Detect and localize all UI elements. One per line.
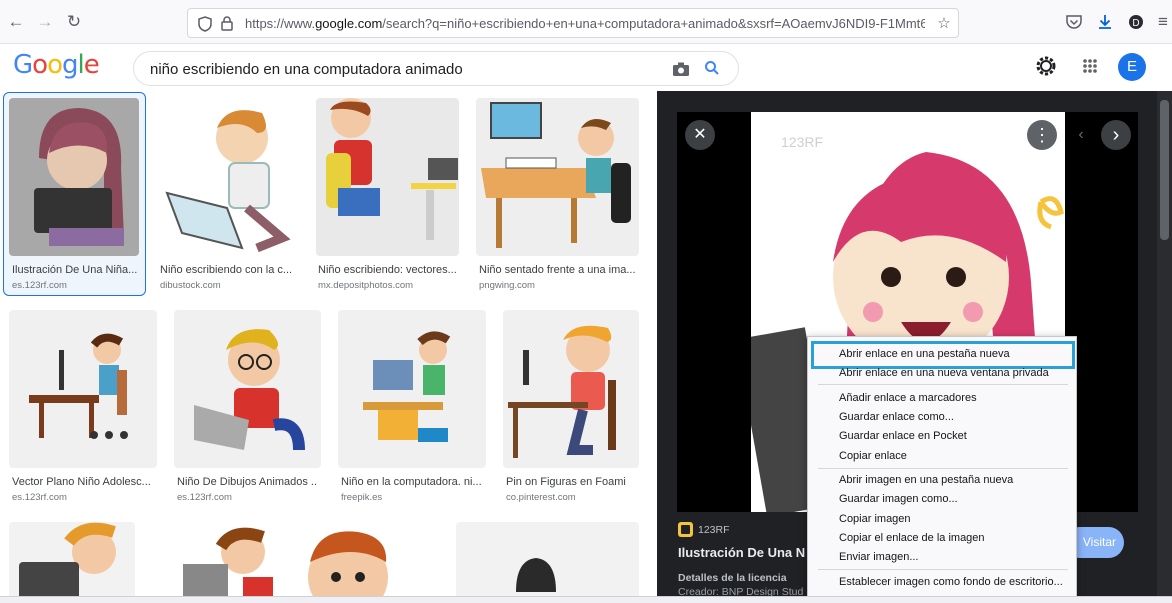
logo-letter: o [32, 50, 48, 80]
url-prefix: https://www. [245, 16, 316, 31]
result-caption[interactable]: Pin on Figuras en Foami [506, 476, 639, 488]
menu-item-open-link-private-window[interactable]: Abrir enlace en una nueva ventana privad… [839, 367, 1049, 379]
result-caption[interactable]: Niño escribiendo con la c... [160, 264, 295, 276]
result-source: es.123rf.com [12, 492, 67, 503]
scrollbar-thumb[interactable] [1160, 100, 1169, 240]
download-icon[interactable] [1095, 12, 1115, 32]
result-image[interactable] [476, 98, 639, 256]
source-name: 123RF [698, 524, 730, 536]
result-source: dibustock.com [160, 280, 221, 291]
apps-grid-icon[interactable] [1078, 54, 1102, 78]
google-logo[interactable]: Google [13, 50, 100, 80]
search-input[interactable]: niño escribiendo en una computadora anim… [133, 51, 739, 86]
result-source: co.pinterest.com [506, 492, 576, 503]
more-vertical-icon[interactable]: ⋮ [1027, 120, 1057, 150]
search-icon[interactable] [704, 60, 720, 76]
back-arrow-icon[interactable]: ← [6, 12, 26, 32]
shield-icon[interactable] [198, 16, 212, 32]
logo-letter: e [83, 50, 100, 80]
result-source: mx.depositphotos.com [318, 280, 414, 291]
gear-icon[interactable] [1034, 54, 1058, 78]
result-image[interactable] [9, 310, 157, 468]
menu-item-bookmark-link[interactable]: Añadir enlace a marcadores [839, 392, 977, 404]
browser-toolbar: ← → ↻ https://www.google.com/search?q=ni… [0, 0, 1172, 44]
result-caption[interactable]: Niño escribiendo: vectores... [318, 264, 458, 276]
menu-item-copy-image-link[interactable]: Copiar el enlace de la imagen [839, 532, 985, 544]
result-source: freepik.es [341, 492, 383, 503]
result-image[interactable] [316, 98, 459, 256]
result-source: es.123rf.com [177, 492, 232, 503]
lock-icon[interactable] [221, 16, 233, 31]
url-path: /search?q=niño+escribiendo+en+una+comput… [382, 16, 925, 31]
menu-item-save-link-pocket[interactable]: Guardar enlace en Pocket [839, 430, 967, 442]
logo-letter: o [47, 50, 63, 80]
camera-icon[interactable] [672, 61, 690, 77]
search-query: niño escribiendo en una computadora anim… [150, 61, 463, 78]
close-icon[interactable]: ✕ [685, 120, 715, 150]
url-host: google.com [315, 16, 383, 31]
profile-icon[interactable]: D [1126, 12, 1146, 32]
result-caption[interactable]: Niño sentado frente a una ima... [479, 264, 639, 276]
menu-item-open-image-new-tab[interactable]: Abrir imagen en una pestaña nueva [839, 474, 1013, 486]
avatar[interactable]: E [1118, 53, 1146, 81]
menu-separator [818, 384, 1068, 385]
result-image[interactable] [9, 522, 135, 602]
menu-item-email-image[interactable]: Enviar imagen... [839, 551, 918, 563]
reload-icon[interactable]: ↻ [64, 12, 84, 32]
forward-arrow-icon[interactable]: → [35, 12, 55, 32]
result-image[interactable] [9, 98, 139, 256]
result-source: pngwing.com [479, 280, 535, 291]
result-source: es.123rf.com [12, 280, 67, 291]
result-image[interactable] [157, 98, 297, 256]
menu-item-open-link-new-tab[interactable]: Abrir enlace en una pestaña nueva [839, 348, 1010, 360]
chevron-left-icon[interactable]: ‹ [1066, 120, 1096, 150]
result-image[interactable] [503, 310, 639, 468]
address-bar[interactable]: https://www.google.com/search?q=niño+esc… [187, 8, 959, 38]
pocket-icon[interactable] [1064, 12, 1084, 32]
watermark-logo: 123RF [781, 134, 823, 150]
menu-item-copy-link[interactable]: Copiar enlace [839, 450, 907, 462]
result-image[interactable] [298, 522, 438, 602]
menu-separator [818, 468, 1068, 469]
result-image[interactable] [174, 310, 321, 468]
menu-item-set-desktop-background[interactable]: Establecer imagen como fondo de escritor… [839, 576, 1063, 588]
result-caption[interactable]: Ilustración De Una Niña... [12, 264, 140, 276]
result-image[interactable] [338, 310, 486, 468]
menu-separator [818, 569, 1068, 570]
context-menu: Abrir enlace en una pestaña nueva Abrir … [807, 336, 1077, 603]
result-caption[interactable]: Niño en la computadora. ni... [341, 476, 483, 488]
menu-item-save-link-as[interactable]: Guardar enlace como... [839, 411, 954, 423]
star-icon[interactable]: ☆ [934, 14, 954, 34]
menu-item-copy-image[interactable]: Copiar imagen [839, 513, 911, 525]
svg-text:D: D [1132, 18, 1139, 29]
menu-icon[interactable]: ≡ [1153, 12, 1172, 32]
chevron-right-icon[interactable]: › [1101, 120, 1131, 150]
image-title[interactable]: Ilustración De Una Niñ [678, 545, 806, 560]
source-favicon-icon [678, 522, 693, 537]
logo-letter: g [62, 50, 78, 80]
result-caption[interactable]: Vector Plano Niño Adolesc... [12, 476, 152, 488]
license-label[interactable]: Detalles de la licencia [678, 572, 787, 584]
url-text: https://www.google.com/search?q=niño+esc… [245, 16, 925, 31]
menu-item-save-image-as[interactable]: Guardar imagen como... [839, 493, 958, 505]
logo-letter: G [13, 50, 33, 80]
result-image[interactable] [456, 522, 639, 602]
result-caption[interactable]: Niño De Dibujos Animados ... [177, 476, 317, 488]
result-image[interactable] [153, 522, 278, 602]
status-bar [0, 596, 1172, 603]
